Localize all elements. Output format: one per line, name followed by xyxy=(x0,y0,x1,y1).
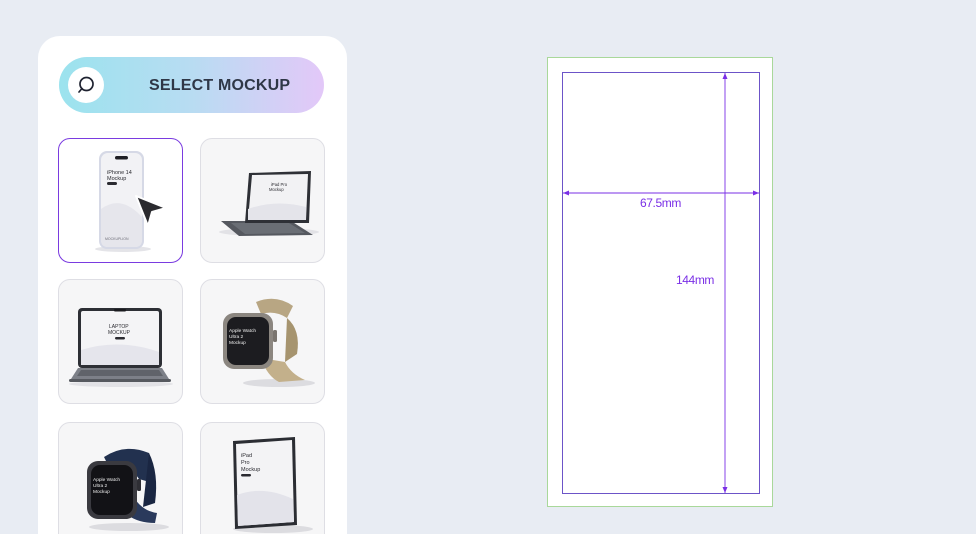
dimension-lines xyxy=(563,73,759,493)
select-mockup-button[interactable]: SELECT MOCKUP xyxy=(59,57,324,113)
svg-text:Apple Watch: Apple Watch xyxy=(93,477,120,483)
canvas-preview: 67.5mm 144mm xyxy=(547,57,773,507)
mockup-card-laptop[interactable]: LAPTOP MOCKUP xyxy=(58,279,183,404)
mockuplion-brand: MOCKUPLION xyxy=(105,237,129,241)
svg-text:Mockup: Mockup xyxy=(229,340,246,346)
apple-watch-tan-mockup-image: Apple Watch Ultra 2 Mockup xyxy=(223,298,315,387)
mockup-panel: SELECT MOCKUP iPhone 14 Mockup MOCKUPLIO… xyxy=(38,36,347,534)
search-icon xyxy=(68,67,104,103)
svg-text:Apple Watch: Apple Watch xyxy=(229,328,256,334)
mockup-card-ipad-keyboard[interactable]: iPad Pro Mockup xyxy=(200,138,325,263)
svg-text:MOCKUP: MOCKUP xyxy=(108,330,131,336)
svg-text:Mockup: Mockup xyxy=(107,176,126,182)
cursor-arrow-icon xyxy=(135,195,167,227)
laptop-mockup-image: LAPTOP MOCKUP xyxy=(69,308,173,387)
svg-text:Ultra 2: Ultra 2 xyxy=(93,483,107,489)
select-mockup-label: SELECT MOCKUP xyxy=(149,77,291,94)
mockup-card-ipad-pro[interactable]: iPad Pro Mockup xyxy=(200,422,325,534)
ipad-pro-mockup-image: iPad Pro Mockup xyxy=(233,437,313,533)
mockup-card-apple-watch-tan[interactable]: Apple Watch Ultra 2 Mockup xyxy=(200,279,325,404)
svg-text:Mockup: Mockup xyxy=(93,489,110,495)
apple-watch-navy-mockup-image: Apple Watch Ultra 2 Mockup xyxy=(87,448,169,531)
width-dimension-label: 67.5mm xyxy=(640,196,681,210)
ipad-keyboard-mockup-image: iPad Pro Mockup xyxy=(219,171,319,236)
svg-text:Ultra 2: Ultra 2 xyxy=(229,334,243,340)
svg-text:iPad: iPad xyxy=(241,453,252,459)
svg-text:Pro: Pro xyxy=(241,460,250,466)
svg-text:Mockup: Mockup xyxy=(269,187,284,192)
mockup-card-apple-watch-navy[interactable]: Apple Watch Ultra 2 Mockup xyxy=(58,422,183,534)
height-dimension-label: 144mm xyxy=(676,273,715,287)
svg-text:Mockup: Mockup xyxy=(241,467,260,473)
